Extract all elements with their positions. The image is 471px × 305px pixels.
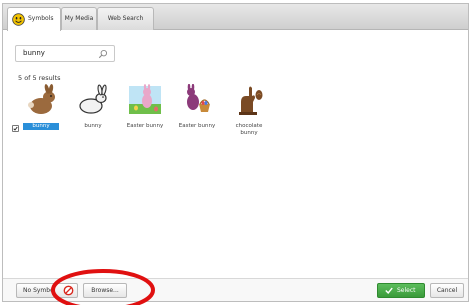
tab-bar: Symbols My Media Web Search [3,4,468,31]
result-label: bunny [23,123,59,130]
results-grid: bunny bunny Easter bunny Easter bunny ch… [21,84,281,144]
brown-bunny-icon [28,84,55,114]
no-symbol-button[interactable]: No Symbol [16,283,78,298]
magnifier-icon[interactable] [98,49,108,59]
chocolate-bunny-icon [239,86,263,115]
selected-checkbox[interactable] [12,125,19,132]
tab-web-search[interactable]: Web Search [97,7,154,30]
dialog-footer: No Symbol Browse... Select Cancel [3,278,468,301]
outline-bunny-icon [79,84,107,114]
result-item[interactable]: Easter bunny [177,84,217,130]
result-label: bunny [84,123,102,129]
no-symbol-label: No Symbol [23,287,56,294]
select-label: Select [397,287,416,294]
symbol-picker-window: Symbols My Media Web Search bunny 5 of 5… [2,3,469,302]
result-item[interactable]: bunny [73,84,113,130]
easter-bunny-scene-icon [129,84,161,114]
browse-button[interactable]: Browse... [83,283,127,298]
checkmark-icon [385,287,393,294]
prohibited-icon [63,285,74,296]
result-label: Easter bunny [126,123,164,129]
tab-symbols-label: Symbols [28,15,54,22]
results-count: 5 of 5 results [18,74,61,82]
result-item[interactable]: chocolate bunny [229,84,269,137]
result-label: chocolate bunny [235,123,263,136]
cancel-button[interactable]: Cancel [430,283,464,298]
tab-my-media[interactable]: My Media [61,7,97,30]
result-label: Easter bunny [178,123,216,129]
result-item[interactable]: bunny [21,84,61,130]
result-item[interactable]: Easter bunny [125,84,165,130]
tab-symbols[interactable]: Symbols [7,7,61,31]
checkmark-icon [13,126,18,131]
select-button[interactable]: Select [377,283,425,298]
easter-bunny-basket-icon [187,84,210,112]
search-input[interactable]: bunny [15,45,115,62]
search-input-value: bunny [23,49,45,57]
smiley-face-icon [12,13,25,26]
